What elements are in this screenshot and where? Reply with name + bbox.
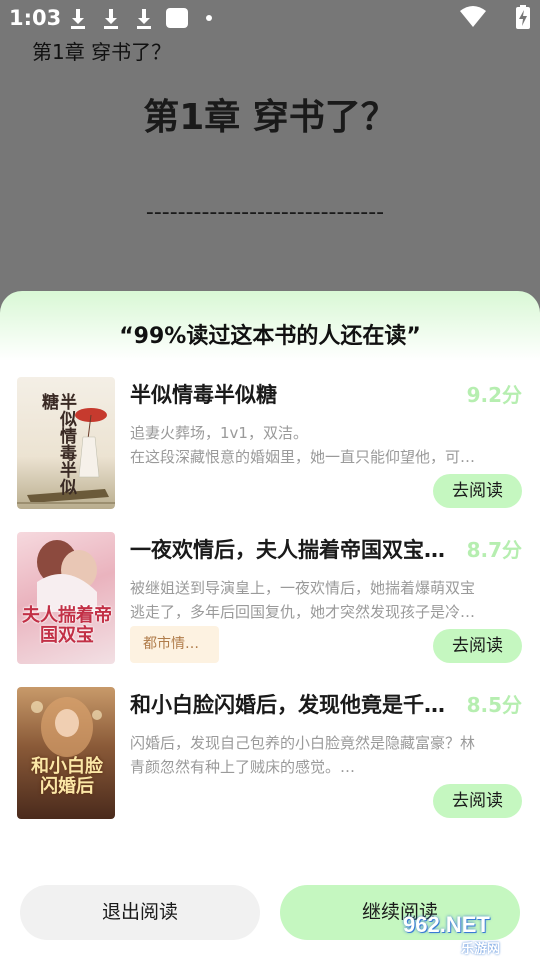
status-time: 1:03 <box>9 6 62 30</box>
watermark-site-name: 乐游网 <box>461 942 501 957</box>
download-icon <box>104 9 118 29</box>
book-title[interactable]: 和小白脸闪婚后，发现他竟是千… <box>130 689 460 719</box>
book-item[interactable]: 和小白脸闪婚后 和小白脸闪婚后，发现他竟是千… 8.5分 闪婚后，发现自己包养的… <box>0 687 540 822</box>
wifi-icon <box>460 6 486 27</box>
book-description: 追妻火葬场，1v1，双洁。 在这段深藏恨意的婚姻里，她一直只能仰望他，可… <box>130 421 520 469</box>
book-item[interactable]: 夫人揣着帝国双宝 一夜欢情后，夫人揣着帝国双宝… 8.7分 被继姐送到导演皇上，… <box>0 532 540 667</box>
download-icon <box>71 9 85 29</box>
book-title[interactable]: 半似情毒半似糖 <box>130 379 460 409</box>
read-button[interactable]: 去阅读 <box>433 474 522 508</box>
book-score: 8.7分 <box>466 538 522 562</box>
cover-title-text: 和小白脸闪婚后 <box>31 756 103 797</box>
book-description: 被继姐送到导演皇上，一夜欢情后，她揣着爆萌双宝 逃走了，多年后回国复仇，她才突然… <box>130 576 520 624</box>
description-line: 被继姐送到导演皇上，一夜欢情后，她揣着爆萌双宝 <box>130 579 476 597</box>
read-button[interactable]: 去阅读 <box>433 784 522 818</box>
chapter-title: 第1章 穿书了？ <box>143 97 397 138</box>
more-notifications-icon <box>206 15 212 21</box>
book-cover[interactable]: 半似情毒半似糖 <box>17 377 115 509</box>
book-item[interactable]: 半似情毒半似糖 半似情毒半似糖 9.2分 追妻火葬场，1v1，双洁。 在这段深藏… <box>0 377 540 512</box>
battery-charging-icon <box>516 5 530 29</box>
chapter-divider: ------------------------------ <box>145 200 385 225</box>
genre-tag: 都市情… <box>130 626 219 663</box>
download-icon <box>137 9 151 29</box>
recommendation-sheet: “99%读过这本书的人还在读” 半似情毒半似糖 半似情毒半似糖 9.2分 追妻火… <box>0 291 540 960</box>
description-line: 在这段深藏恨意的婚姻里，她一直只能仰望他，可… <box>130 448 476 466</box>
book-cover[interactable]: 夫人揣着帝国双宝 <box>17 532 115 664</box>
site-watermark: 962.NET 乐游网 <box>403 912 533 957</box>
book-score: 9.2分 <box>466 383 522 407</box>
book-cover[interactable]: 和小白脸闪婚后 <box>17 687 115 819</box>
cover-title-text: 夫人揣着帝国双宝 <box>22 605 112 646</box>
book-title[interactable]: 一夜欢情后，夫人揣着帝国双宝… <box>130 534 460 564</box>
description-line: 逃走了，多年后回国复仇，她才突然发现孩子是冷… <box>130 603 476 621</box>
description-line: 青颜忽然有种上了贼床的感觉。… <box>130 758 356 776</box>
cover-illustration <box>31 697 102 757</box>
reader-chapter-header: 第1章 穿书了？ <box>32 40 172 64</box>
description-line: 追妻火葬场，1v1，双洁。 <box>130 424 308 442</box>
exit-reading-button[interactable]: 退出阅读 <box>20 885 260 940</box>
app-notification-icon <box>166 8 188 28</box>
sheet-title: “99%读过这本书的人还在读” <box>119 324 421 349</box>
book-description: 闪婚后，发现自己包养的小白脸竟然是隐藏富豪？林 青颜忽然有种上了贼床的感觉。… <box>130 731 520 779</box>
watermark-logo-text: 962.NET <box>403 912 490 937</box>
description-line: 闪婚后，发现自己包养的小白脸竟然是隐藏富豪？林 <box>130 734 476 752</box>
book-score: 8.5分 <box>466 693 522 717</box>
cover-title-text: 半似情毒半似糖 <box>38 393 76 495</box>
status-bar: 1:03 <box>0 0 540 36</box>
read-button[interactable]: 去阅读 <box>433 629 522 663</box>
